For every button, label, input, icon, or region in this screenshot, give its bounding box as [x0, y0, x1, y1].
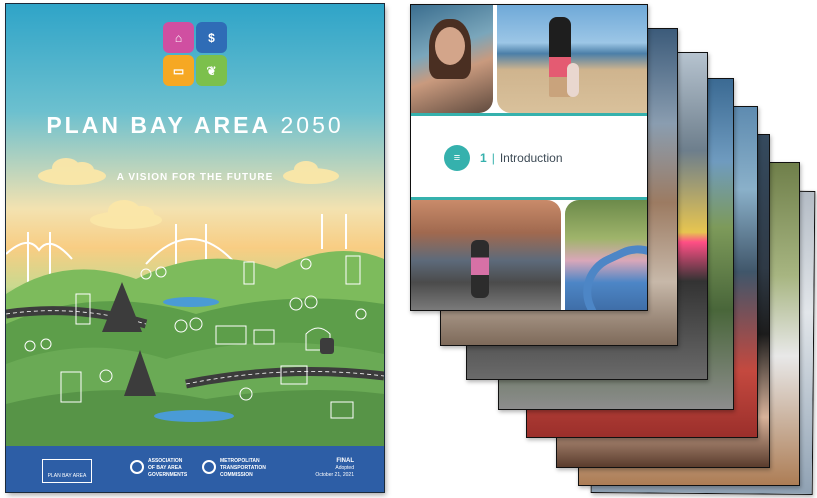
- leaf-icon: ❦: [196, 55, 227, 86]
- chapter-title: Introduction: [499, 151, 563, 165]
- bay-area-illustration: [6, 158, 384, 446]
- abag-name: ASSOCIATION OF BAY AREA GOVERNMENTS: [148, 458, 188, 478]
- abag-logo-icon: [130, 460, 144, 474]
- plan-bay-area-logo: ⌂ $ ▭ ❦: [163, 22, 227, 86]
- chapter-separator: |: [491, 151, 495, 165]
- photo-family-beach: [497, 5, 647, 113]
- photo-street-scooter: [411, 200, 561, 310]
- report-cover: ⌂ $ ▭ ❦ PLAN BAY AREA 2050 A VISION FOR …: [6, 4, 384, 492]
- pba-footer-logo: PLAN BAY AREA 2050: [42, 459, 92, 483]
- divider: [411, 113, 647, 116]
- introduction-page: ≡ 1 | Introduction: [410, 4, 648, 311]
- bus-icon: ▭: [163, 55, 194, 86]
- cover-subtitle: A VISION FOR THE FUTURE: [116, 172, 274, 183]
- cover-footer: PLAN BAY AREA 2050 ASSOCIATION OF BAY AR…: [6, 446, 384, 492]
- dollar-icon: $: [196, 22, 227, 53]
- housing-icon: ⌂: [163, 22, 194, 53]
- mtc-logo-icon: [202, 460, 216, 474]
- chapter-number: 1: [480, 151, 487, 165]
- cover-title: PLAN BAY AREA 2050: [46, 112, 344, 138]
- chapter-heading: ≡ 1 | Introduction: [444, 145, 563, 171]
- photo-playground-slide: [565, 200, 647, 310]
- mtc-name: METROPOLITAN TRANSPORTATION COMMISSION: [220, 458, 266, 478]
- menu-lines-icon: ≡: [444, 145, 470, 171]
- adoption-status: FINAL Adopted October 21, 2021: [315, 458, 354, 478]
- photo-girl-portrait: [411, 5, 493, 113]
